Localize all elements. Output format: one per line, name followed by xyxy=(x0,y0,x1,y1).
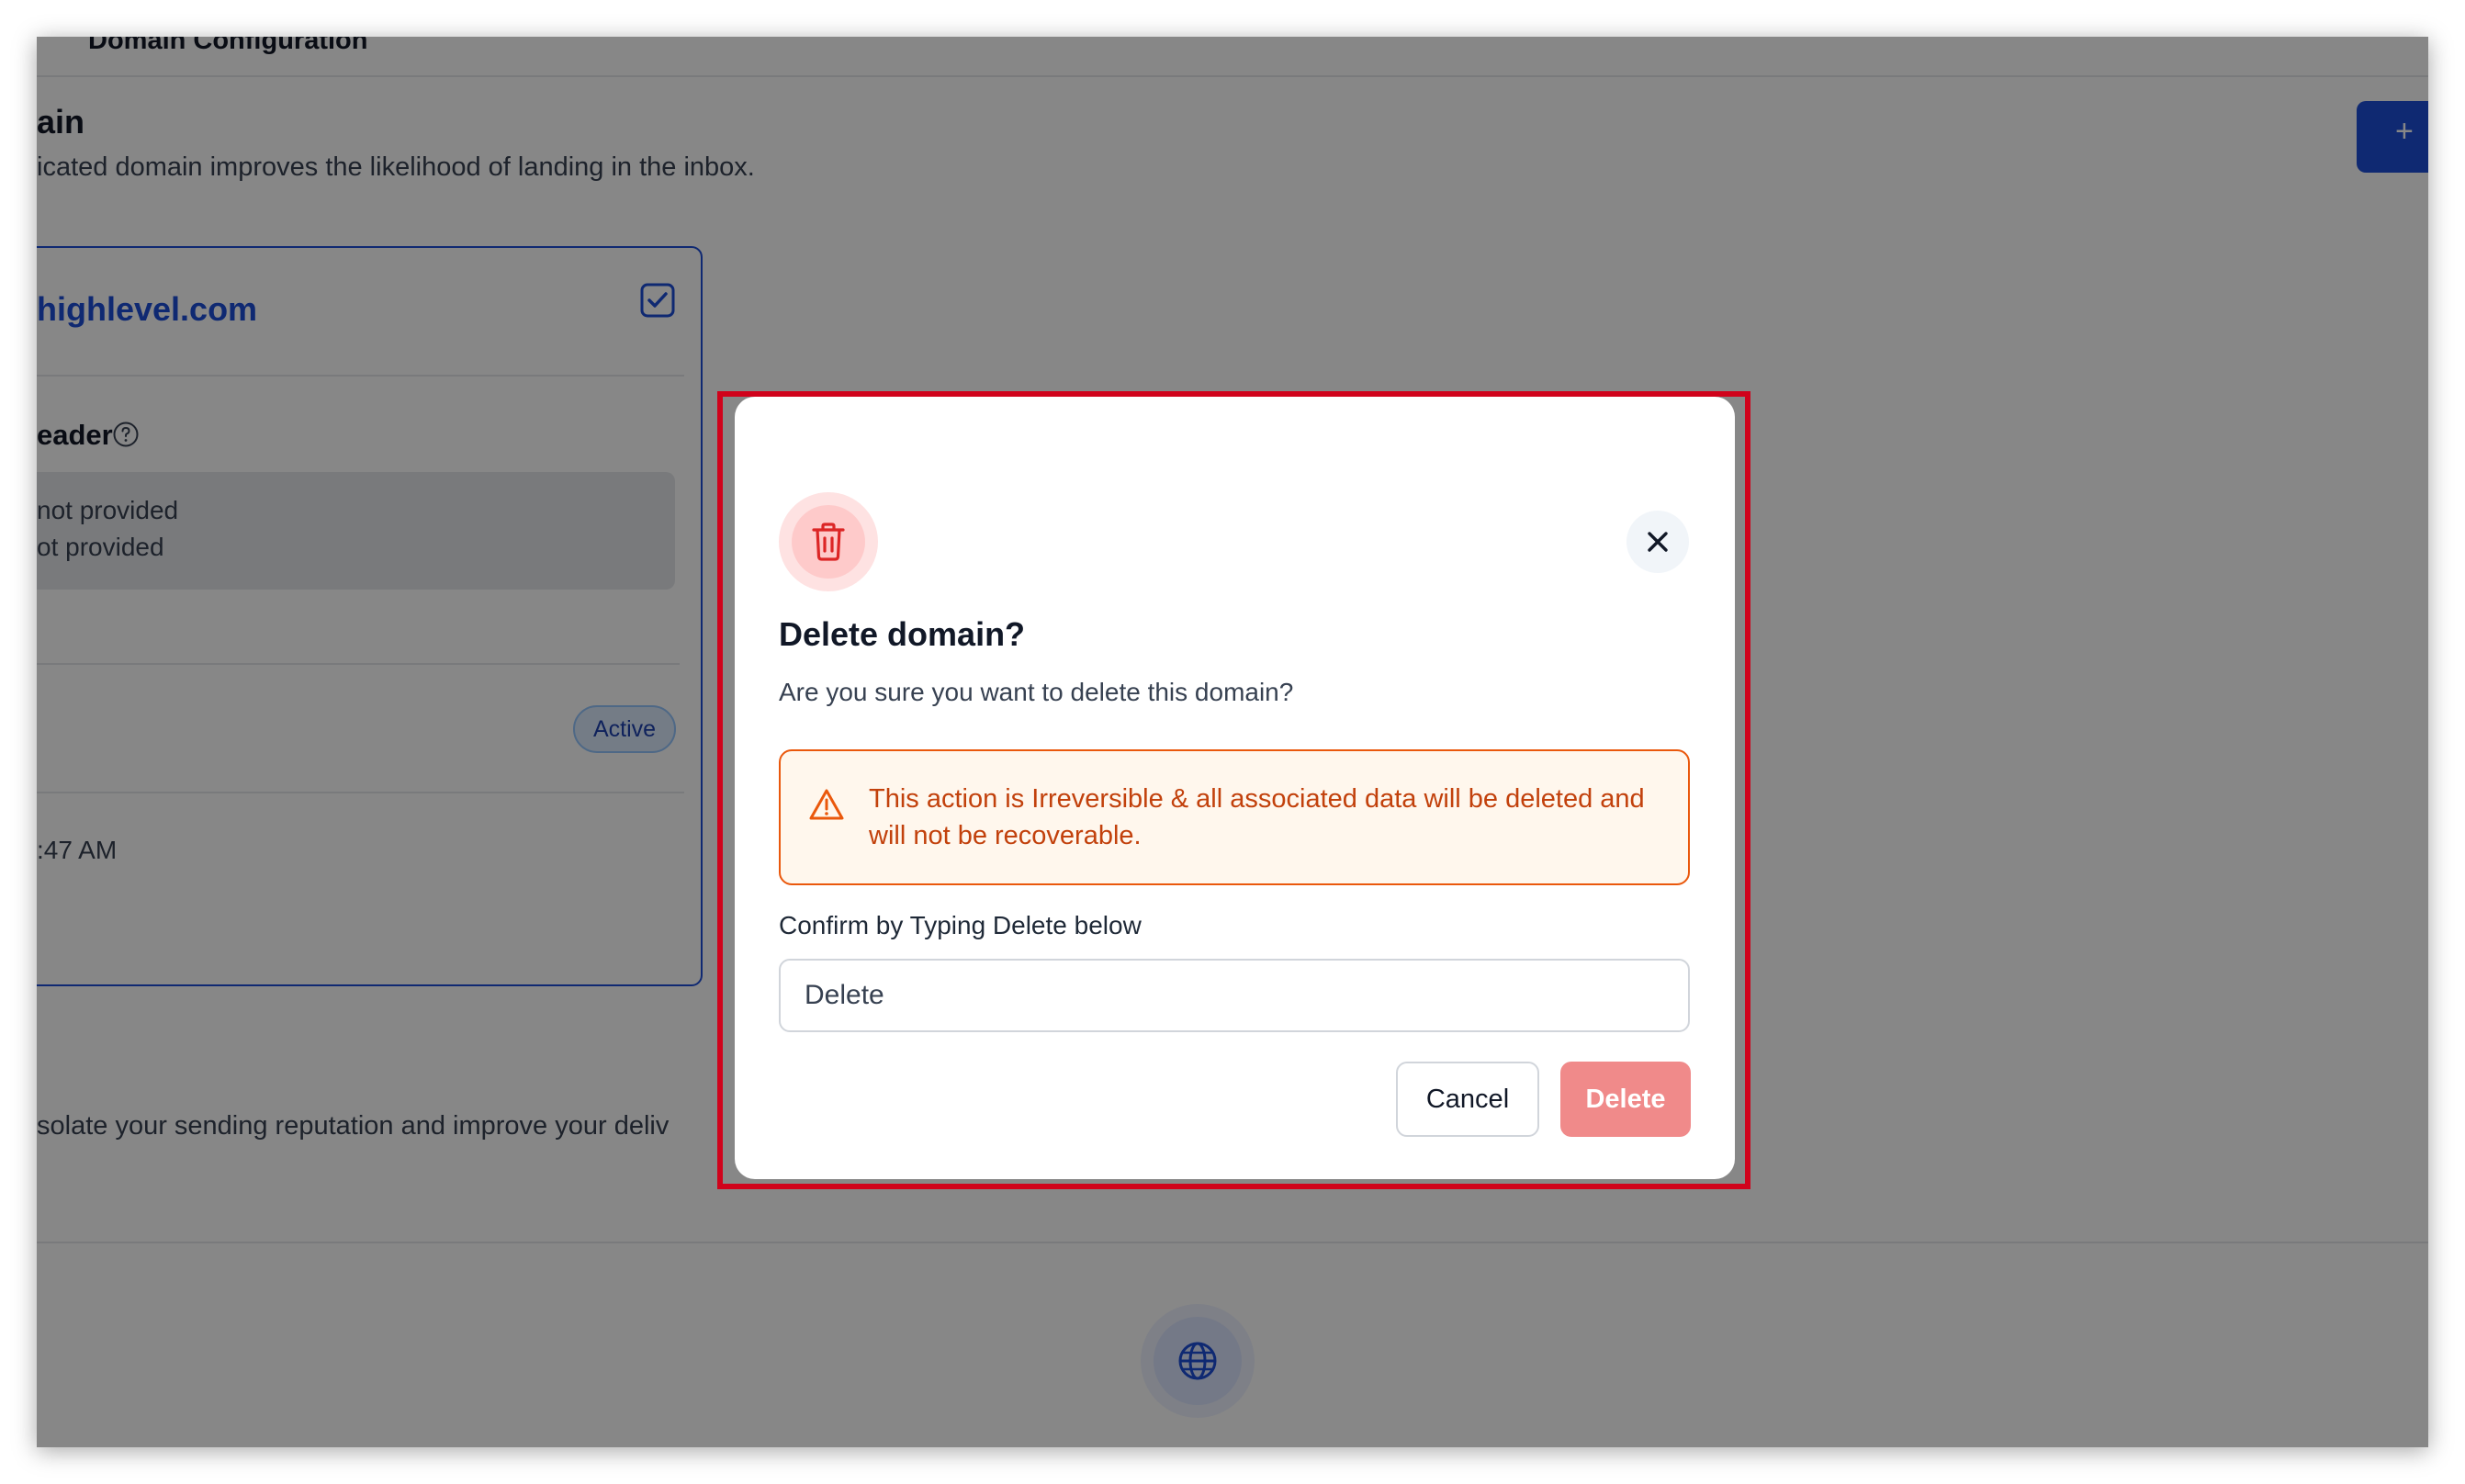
delete-button[interactable]: Delete xyxy=(1560,1062,1691,1137)
warning-alert: This action is Irreversible & all associ… xyxy=(779,749,1690,885)
app-window: Domain Configuration ain icated domain i… xyxy=(37,37,2428,1447)
confirm-delete-input[interactable] xyxy=(779,959,1690,1032)
dialog-message: Are you sure you want to delete this dom… xyxy=(779,678,1294,706)
close-icon[interactable] xyxy=(1645,529,1671,555)
dialog-title: Delete domain? xyxy=(779,615,1026,653)
confirm-label: Confirm by Typing Delete below xyxy=(779,911,1142,939)
trash-icon xyxy=(812,523,845,561)
warning-text: This action is Irreversible & all associ… xyxy=(869,784,1645,850)
warning-triangle-icon xyxy=(809,789,844,820)
close-button[interactable] xyxy=(1626,511,1689,573)
delete-domain-dialog: Delete domain? Are you sure you want to … xyxy=(735,397,1735,1179)
cancel-button[interactable]: Cancel xyxy=(1396,1062,1539,1137)
